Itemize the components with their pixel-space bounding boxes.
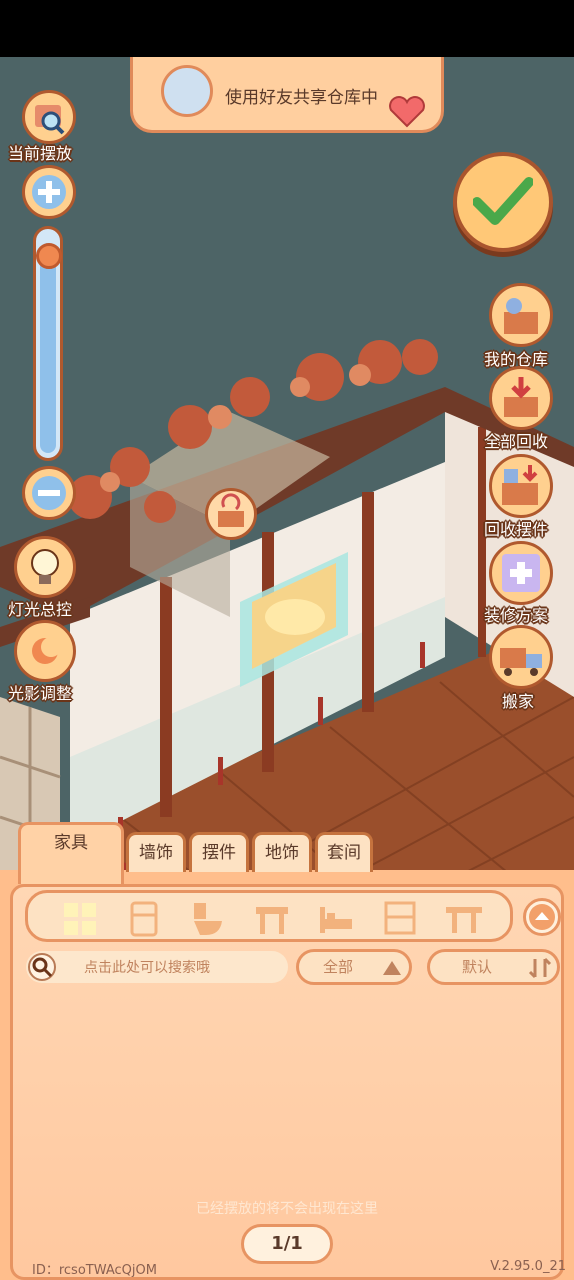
tab-suites[interactable]: 套间 [315, 832, 373, 872]
checkmark-icon [473, 177, 533, 225]
zoom-slider-knob[interactable] [36, 243, 62, 269]
recycle-all-icon [504, 377, 538, 417]
banner-text: 使用好友共享仓库中 [225, 88, 378, 108]
heart-icon [389, 96, 425, 128]
recycle-all-label: 全部回收 [484, 432, 549, 451]
tab-furniture[interactable]: 家具 [18, 822, 124, 884]
decor-plans-button[interactable] [489, 541, 553, 605]
system-status-bar [0, 0, 574, 57]
move-house-button[interactable] [489, 625, 553, 689]
sort-label: 默认 [462, 958, 493, 976]
version-label: V.2.95.0_21 [490, 1259, 566, 1274]
sort-dropdown[interactable]: 默认 [427, 949, 560, 985]
tab-wall-decor[interactable]: 墙饰 [126, 832, 186, 872]
category-bar [25, 890, 513, 942]
shadow-adjust-button[interactable] [14, 620, 76, 682]
filter-label: 全部 [323, 958, 354, 976]
chevron-up-icon [529, 904, 555, 930]
zoom-out-button[interactable] [22, 466, 76, 520]
empty-message: 已经摆放的将不会出现在这里 [196, 1201, 378, 1217]
magnifier-icon [35, 105, 65, 135]
decor-plans-label: 装修方案 [484, 606, 549, 625]
all-grid-icon[interactable] [62, 901, 98, 937]
recycle-decor-label: 回收摆件 [484, 520, 549, 539]
warehouse-box-icon [504, 298, 538, 334]
sort-icon [528, 957, 552, 979]
my-warehouse-button[interactable] [489, 283, 553, 347]
plus-icon [32, 175, 66, 209]
plans-card-icon [502, 554, 540, 592]
table-icon[interactable] [254, 901, 290, 937]
search-bar [26, 951, 288, 983]
toilet-icon[interactable] [190, 901, 226, 937]
cabinet-icon[interactable] [382, 901, 418, 937]
minus-icon [32, 476, 66, 510]
friend-avatar [161, 65, 213, 117]
shadow-adjust-label: 光影调整 [8, 684, 73, 703]
light-control-button[interactable] [14, 536, 76, 598]
tab-ornaments[interactable]: 摆件 [189, 832, 249, 872]
current-place-label: 当前摆放 [8, 144, 73, 163]
player-id: ID：rcsoTWAcQjOM [32, 1263, 157, 1278]
filter-dropdown[interactable]: 全部 [296, 949, 412, 985]
bed-icon[interactable] [318, 901, 354, 937]
bench-icon[interactable] [446, 901, 482, 937]
move-house-label: 搬家 [502, 692, 535, 711]
recycle-decor-button[interactable] [489, 454, 553, 518]
recycle-decor-icon [502, 465, 538, 505]
recycle-item-float-button[interactable] [205, 488, 257, 540]
collapse-panel-button[interactable] [523, 898, 561, 936]
zoom-in-button[interactable] [22, 165, 76, 219]
fridge-icon[interactable] [126, 901, 162, 937]
confirm-button[interactable] [453, 152, 553, 252]
lightbulb-icon [31, 549, 59, 584]
page-indicator: 1/1 [241, 1224, 333, 1264]
tab-floor-decor[interactable]: 地饰 [252, 832, 312, 872]
recycle-box-icon [218, 493, 244, 527]
truck-icon [500, 648, 542, 676]
light-control-label: 灯光总控 [8, 600, 73, 619]
sun-moon-icon [32, 637, 61, 664]
current-place-button[interactable] [22, 90, 76, 144]
search-icon[interactable] [28, 953, 56, 981]
shared-warehouse-banner: 使用好友共享仓库中 [130, 57, 444, 133]
recycle-all-button[interactable] [489, 366, 553, 430]
panel-content [10, 884, 564, 1280]
triangle-up-icon [383, 961, 401, 975]
search-input[interactable] [82, 956, 282, 980]
